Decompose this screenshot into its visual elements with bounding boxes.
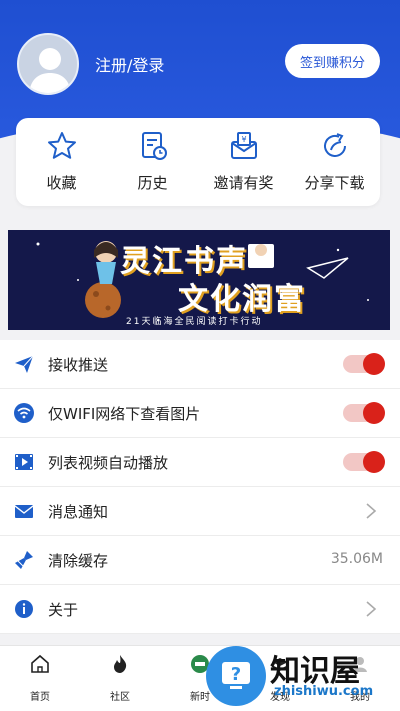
broom-icon [15,551,33,569]
wifi-toggle[interactable] [343,402,385,424]
settings-label: 列表视频自动播放 [48,453,169,472]
wifi-icon [14,403,34,423]
mail-icon [14,505,34,518]
tab-home[interactable]: 首页 [0,646,80,711]
svg-text:¥: ¥ [241,135,246,144]
quick-label: 历史 [137,174,168,192]
quick-favorites[interactable]: 收藏 [16,118,107,206]
settings-row-autoplay[interactable]: 列表视频自动播放 [0,438,400,487]
settings-label: 清除缓存 [48,551,109,570]
quick-label: 收藏 [46,174,77,192]
cache-size: 35.06M [330,551,383,567]
quick-actions: 收藏 历史 ¥ 邀请有奖 分享下载 [16,118,380,206]
star-icon [47,132,76,159]
promo-banner[interactable]: 灵江书声 文化润富 21天临海全民阅读打卡行动 [8,230,390,330]
tab-label: 首页 [30,692,50,703]
checkin-button[interactable]: 签到赚积分 [285,44,380,78]
chevron-right-icon [366,601,377,617]
settings-label: 关于 [48,600,79,619]
watermark: ? 知识屋 zhishiwu.com [206,640,400,711]
banner-subtitle: 21天临海全民阅读打卡行动 [126,317,263,327]
login-link[interactable]: 注册/登录 [95,52,164,76]
tab-label: 社区 [110,692,130,703]
info-icon [15,600,33,618]
help-icon: ? [206,646,266,706]
banner-title-2: 文化润富 [178,282,306,317]
quick-invite[interactable]: ¥ 邀请有奖 [198,118,289,206]
quick-label: 分享下载 [304,174,365,192]
quick-label: 邀请有奖 [213,174,274,192]
push-toggle[interactable] [343,353,385,375]
settings-row-wifi[interactable]: 仅WIFI网络下查看图片 [0,389,400,438]
settings-row-push[interactable]: 接收推送 [0,340,400,389]
history-icon [141,132,167,160]
avatar[interactable] [17,33,79,95]
settings-label: 消息通知 [48,502,109,521]
settings-list: 接收推送 仅WIFI网络下查看图片 列表视频自动播放 消息通知 清除缓存 35.… [0,340,400,634]
settings-label: 接收推送 [48,355,109,374]
settings-row-about[interactable]: 关于 [0,585,400,634]
chevron-right-icon [366,503,377,519]
home-icon [31,654,49,673]
quick-share[interactable]: 分享下载 [289,118,380,206]
watermark-url: zhishiwu.com [274,684,374,699]
settings-row-cache[interactable]: 清除缓存 35.06M [0,536,400,585]
tab-community[interactable]: 社区 [80,646,160,711]
share-icon [323,133,346,157]
send-icon [15,355,34,373]
svg-text:?: ? [231,664,241,685]
settings-label: 仅WIFI网络下查看图片 [48,404,201,423]
invite-icon: ¥ [230,132,257,159]
video-icon [15,454,33,470]
fire-icon [114,655,127,673]
quick-history[interactable]: 历史 [107,118,198,206]
autoplay-toggle[interactable] [343,451,385,473]
settings-row-notify[interactable]: 消息通知 [0,487,400,536]
